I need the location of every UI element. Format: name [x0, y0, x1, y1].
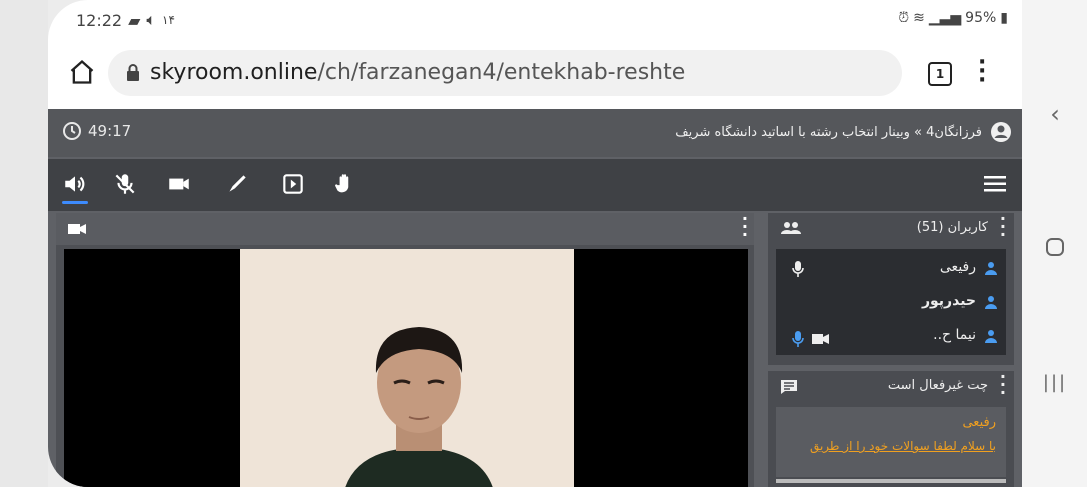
chat-sender: رفیعی — [962, 415, 996, 430]
address-bar[interactable]: skyroom.online/ch/farzanegan4/entekhab-r… — [108, 50, 902, 96]
users-panel-header: کاربران (51) · · · — [768, 211, 1014, 245]
phone-screen: 12:22 ▰ 🔈︎ ۱۴ ⏰︎ ≋ ▁▃▅ 95% ▮ skyroom.onl… — [48, 0, 1022, 487]
chat-panel: چت غیرفعال است · · · رفیعی با سلام لطفا سو… — [768, 369, 1014, 487]
user-icon — [985, 296, 997, 309]
chat-icon — [781, 380, 797, 394]
user-name: نیما ح.. — [933, 327, 976, 343]
video-panel-header: · · · — [56, 211, 754, 245]
room-toolbar — [48, 159, 1022, 211]
video-options-icon[interactable]: · · · — [742, 211, 748, 243]
status-extra: ۱۴ — [162, 13, 175, 27]
volume-icon: 🔈︎ — [146, 10, 157, 29]
home-nav-icon[interactable] — [1040, 236, 1070, 266]
back-icon[interactable]: ‹ — [1040, 100, 1070, 130]
microphone-active-icon — [792, 331, 804, 347]
url-path: /ch/farzanegan4/entekhab-reshte — [317, 60, 686, 85]
status-bar: 12:22 ▰ 🔈︎ ۱۴ ⏰︎ ≋ ▁▃▅ 95% ▮ — [48, 8, 1022, 38]
status-right: ⏰︎ ≋ ▁▃▅ 95% ▮ — [898, 10, 1008, 26]
device-bezel — [0, 0, 48, 487]
lock-icon — [127, 64, 139, 81]
room-topbar: 49:17 فرزانگان4 » وبینار انتخاب رشته با … — [48, 109, 1022, 157]
speaker-icon[interactable] — [62, 171, 88, 197]
mic-off-icon[interactable] — [112, 171, 138, 197]
user-row[interactable]: حیدرپور — [776, 287, 1006, 319]
video-stream[interactable] — [64, 249, 748, 487]
url-host: skyroom.online — [150, 60, 318, 85]
video-panel: · · · — [56, 211, 754, 487]
wifi-icon: ≋ — [913, 10, 925, 26]
clock-icon — [63, 122, 81, 140]
presenter-figure — [345, 327, 493, 487]
camera-icon — [812, 334, 829, 344]
browser-menu-icon[interactable]: · · · — [978, 52, 988, 92]
users-options-icon[interactable]: · · · — [1000, 211, 1006, 243]
user-name: حیدرپور — [921, 293, 976, 309]
system-navbar: ‹ ||| — [1022, 0, 1087, 487]
room-timer: 49:17 — [62, 121, 131, 141]
user-row[interactable]: رفیعی — [776, 253, 1006, 285]
browser-toolbar: skyroom.online/ch/farzanegan4/entekhab-r… — [48, 44, 1022, 108]
raise-hand-icon[interactable] — [332, 171, 358, 197]
message-notification-icon: ▰ — [128, 10, 141, 30]
room-title-text: فرزانگان4 » وبینار انتخاب رشته با اساتید… — [675, 124, 982, 140]
chat-scrollbar[interactable] — [776, 479, 1006, 483]
chat-panel-header: چت غیرفعال است · · · — [768, 369, 1014, 403]
home-icon[interactable] — [68, 58, 96, 86]
pen-icon[interactable] — [224, 171, 250, 197]
battery-icon: ▮ — [1000, 10, 1008, 26]
alarm-icon: ⏰︎ — [898, 10, 910, 26]
url-text[interactable]: skyroom.online/ch/farzanegan4/entekhab-r… — [150, 60, 685, 85]
active-tool-indicator — [62, 201, 88, 204]
menu-icon[interactable] — [984, 175, 1006, 193]
signal-icon: ▁▃▅ — [928, 10, 962, 26]
tab-switcher-button[interactable]: 1 — [928, 62, 952, 86]
video-camera-icon — [68, 224, 86, 234]
clock: 12:22 — [76, 10, 123, 30]
chat-options-icon[interactable]: · · · — [1000, 369, 1006, 401]
chat-status-label: چت غیرفعال است — [887, 378, 988, 393]
recents-icon[interactable]: ||| — [1040, 372, 1070, 402]
user-row[interactable]: نیما ح.. — [776, 321, 1006, 353]
user-icon — [985, 330, 997, 343]
room-title: فرزانگان4 » وبینار انتخاب رشته با اساتید… — [675, 121, 1012, 143]
microphone-icon — [792, 261, 804, 277]
chat-messages: رفیعی با سلام لطفا سوالات خود را از طریق — [776, 407, 1006, 477]
users-count-label: کاربران (51) — [916, 220, 988, 235]
user-icon — [985, 262, 997, 275]
users-list: رفیعی حیدرپور نیما ح.. — [776, 249, 1006, 355]
status-left: 12:22 ▰ 🔈︎ ۱۴ — [76, 10, 175, 30]
user-name: رفیعی — [939, 259, 976, 275]
skyroom-app: 49:17 فرزانگان4 » وبینار انتخاب رشته با … — [48, 109, 1022, 487]
users-panel: کاربران (51) · · · رفیعی حیدرپور نیما ح.. — [768, 211, 1014, 365]
screen-share-icon[interactable] — [280, 171, 306, 197]
camera-icon[interactable] — [166, 171, 192, 197]
account-icon[interactable] — [990, 121, 1012, 143]
battery-level: 95% — [965, 10, 997, 26]
chat-message[interactable]: با سلام لطفا سوالات خود را از طریق — [810, 439, 996, 453]
timer-value: 49:17 — [88, 122, 132, 140]
users-group-icon — [781, 222, 801, 234]
